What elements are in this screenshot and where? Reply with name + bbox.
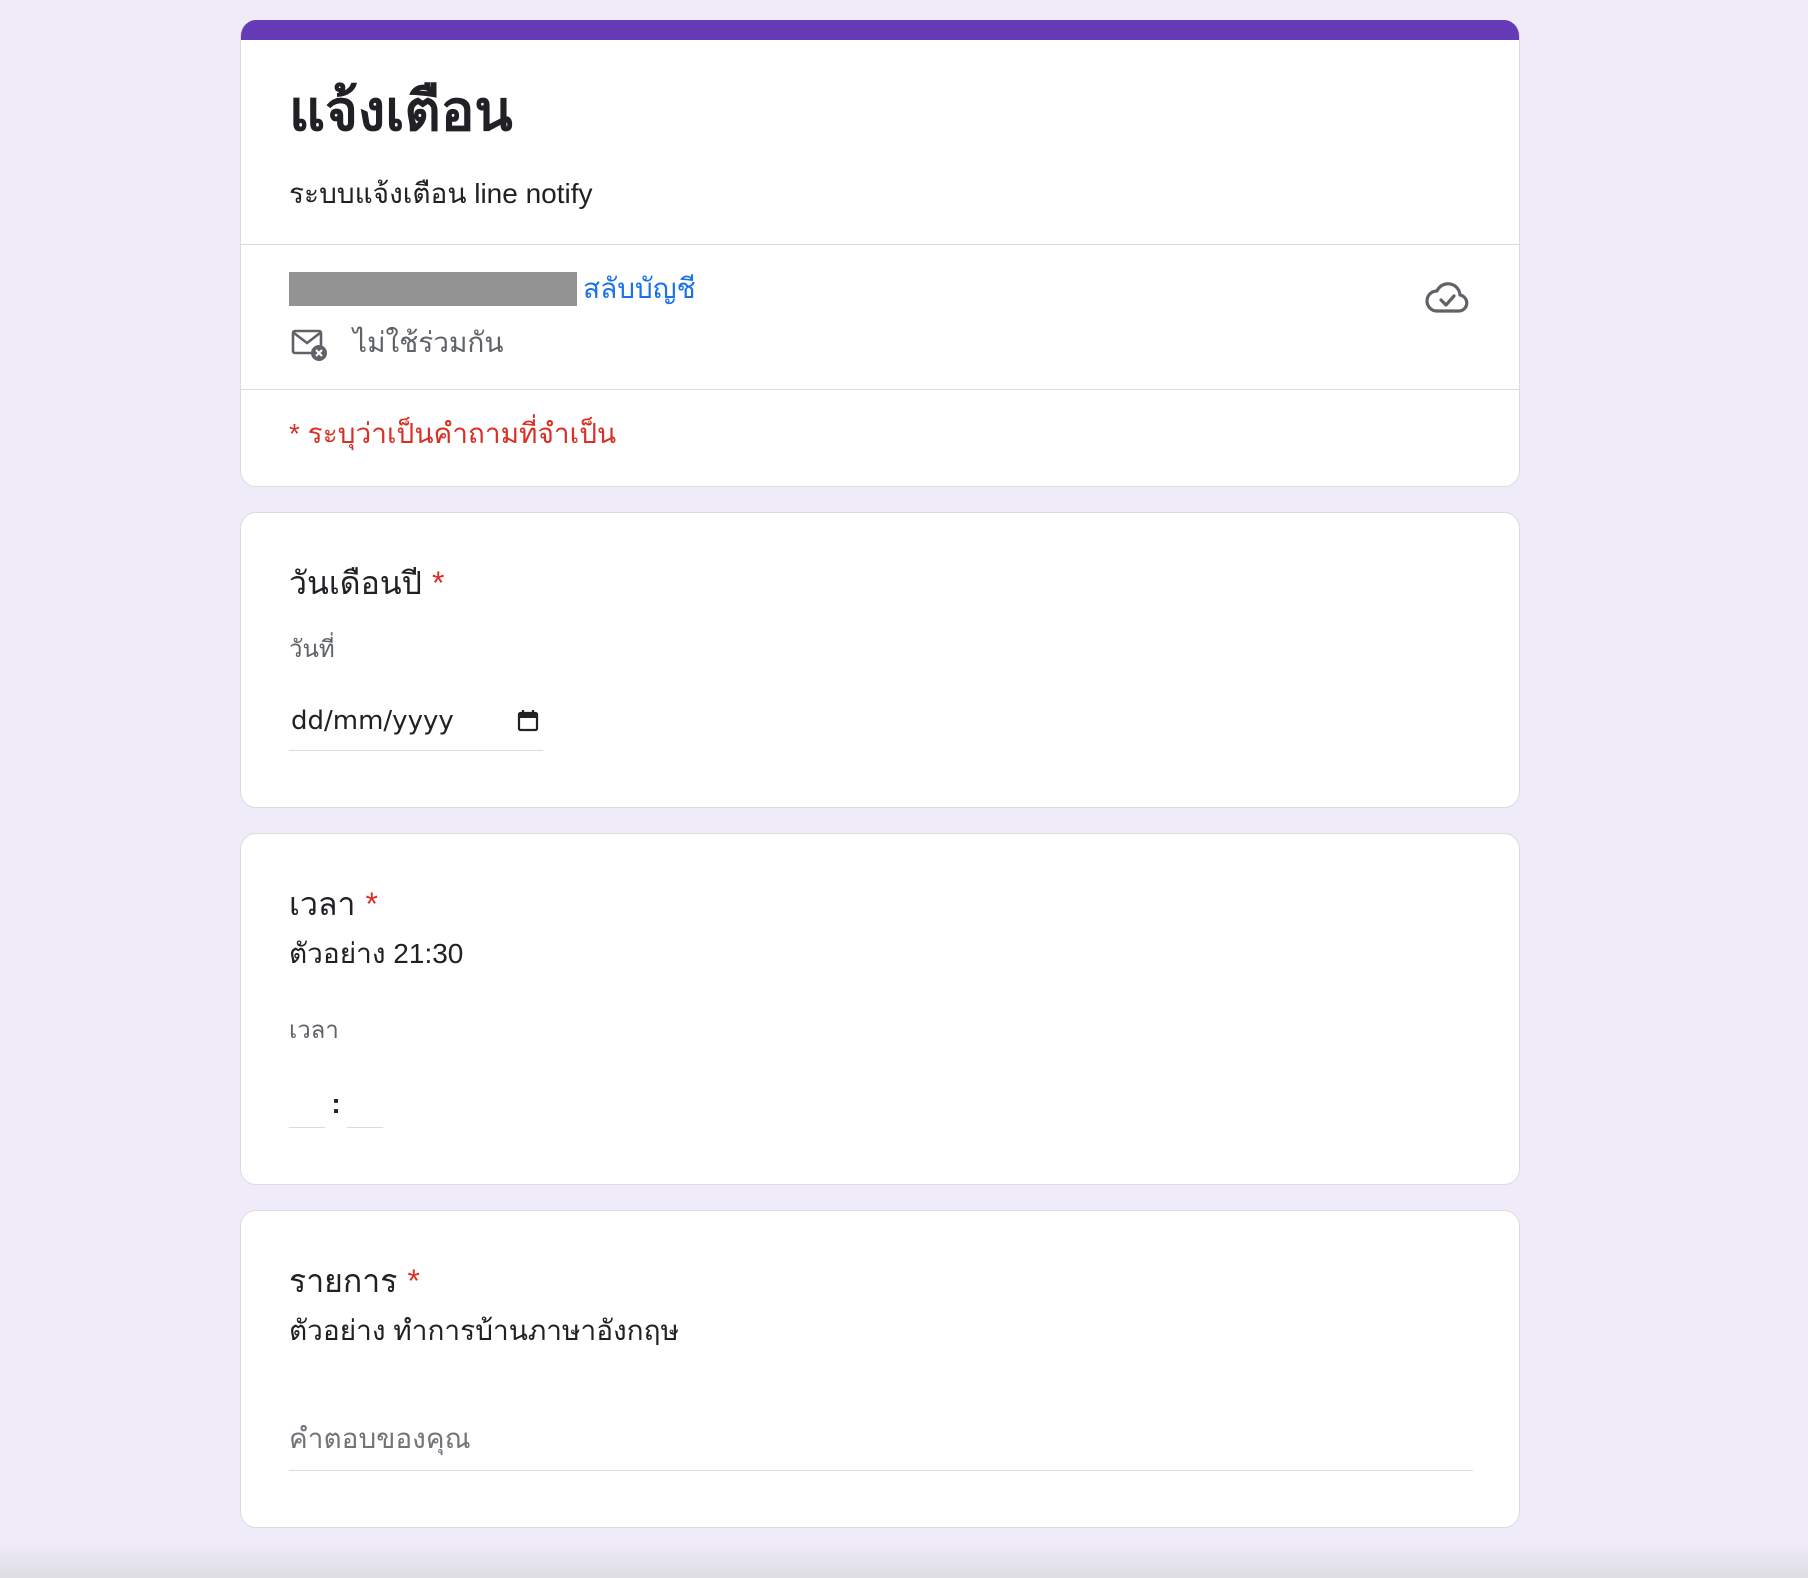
cloud-check-icon[interactable] [1423,273,1471,321]
mail-x-icon [291,329,327,361]
time-sublabel: เวลา [289,1017,339,1044]
form-header-card: แจ้งเตือน ระบบแจ้งเตือน line notify สลับ… [240,20,1520,487]
account-line: สลับบัญชี [289,269,1471,309]
not-shared-text: ไม่ใช้ร่วมกัน [353,327,504,358]
question-card-time: เวลา * ตัวอย่าง 21:30 เวลา : [240,833,1520,1185]
question-title: เวลา * [289,882,1471,926]
question-title: รายการ * [289,1259,1471,1303]
question-title-text: รายการ [289,1263,398,1299]
time-separator: : [331,1088,341,1119]
form-title: แจ้งเตือน [289,79,513,142]
question-description: ตัวอย่าง ทำการบ้านภาษาอังกฤษ [289,1315,680,1346]
minute-input[interactable] [347,1091,383,1128]
not-shared-line: ไม่ใช้ร่วมกัน [289,323,1471,363]
date-sublabel: วันที่ [289,636,335,663]
bottom-fade [0,1542,1808,1578]
required-note: * ระบุว่าเป็นคำถามที่จำเป็น [289,418,617,449]
date-input[interactable]: dd/mm/yyyy [289,699,543,751]
question-description: ตัวอย่าง 21:30 [289,938,464,969]
switch-account-link[interactable]: สลับบัญชี [583,267,696,311]
question-title: วันเดือนปี * [289,561,1471,605]
date-input-value: dd/mm/yyyy [291,705,454,736]
form-description: ระบบแจ้งเตือน line notify [289,178,593,209]
header-accent-bar [241,20,1519,40]
required-star: * [407,1263,420,1299]
time-input-row: : [289,1088,1471,1128]
calendar-icon[interactable] [515,708,541,734]
question-title-text: วันเดือนปี [289,565,422,601]
hour-input[interactable] [289,1091,325,1128]
required-star: * [365,886,378,922]
required-star: * [431,565,445,601]
question-card-date: วันเดือนปี * วันที่ dd/mm/yyyy [240,512,1520,808]
answer-input[interactable]: คำตอบของคุณ [289,1419,1473,1471]
form-container: แจ้งเตือน ระบบแจ้งเตือน line notify สลับ… [240,20,1520,1553]
header-top: แจ้งเตือน ระบบแจ้งเตือน line notify [241,40,1519,245]
account-row: สลับบัญชี ไม่ใช้ร่วมกัน [241,245,1519,390]
redacted-email [289,272,577,306]
question-title-text: เวลา [289,886,356,922]
question-card-item: รายการ * ตัวอย่าง ทำการบ้านภาษาอังกฤษ คำ… [240,1210,1520,1528]
